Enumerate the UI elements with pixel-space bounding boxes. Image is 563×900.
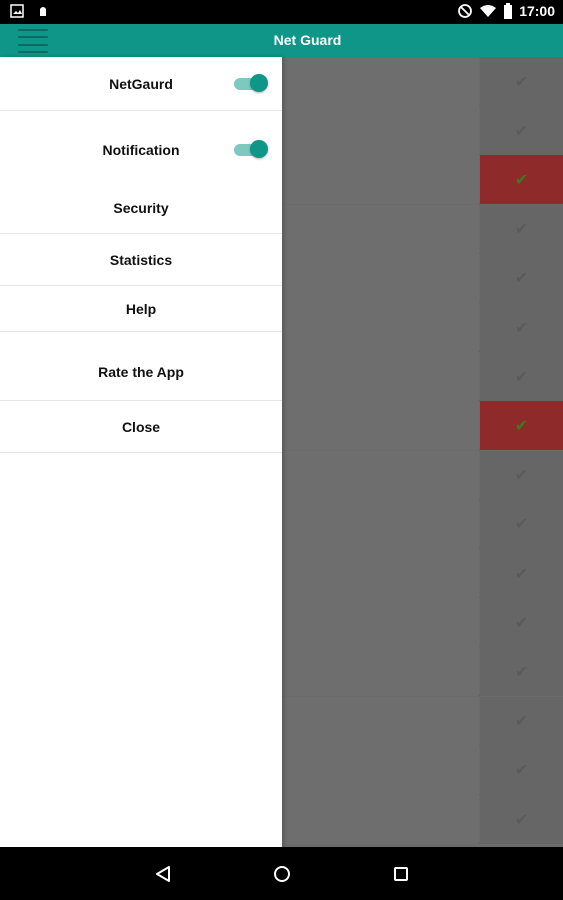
battery-icon bbox=[503, 3, 513, 19]
recents-icon[interactable] bbox=[389, 862, 413, 886]
list-item[interactable]: ✔ bbox=[282, 106, 563, 156]
list-item-body bbox=[282, 795, 479, 844]
checkmark-icon[interactable]: ✔ bbox=[480, 352, 563, 402]
list-item-body bbox=[282, 549, 479, 598]
system-nav-bar bbox=[0, 847, 563, 900]
list-item[interactable]: ✔ bbox=[282, 499, 563, 549]
list-item[interactable]: ✔ bbox=[282, 57, 563, 106]
list-item-body bbox=[282, 647, 479, 697]
list-item-body bbox=[282, 450, 479, 500]
drawer-item-security[interactable]: Security bbox=[0, 182, 282, 234]
list-item[interactable]: ✔ bbox=[282, 696, 563, 746]
notification-toggle[interactable] bbox=[234, 140, 268, 158]
checkmark-icon[interactable]: ✔ bbox=[480, 450, 563, 500]
checkmark-icon[interactable]: ✔ bbox=[480, 696, 563, 746]
drawer-item-label: NetGaurd bbox=[109, 75, 173, 92]
drawer-item-label: Security bbox=[113, 199, 169, 216]
list-item[interactable]: ✔ bbox=[282, 647, 563, 697]
list-item[interactable]: ✔ bbox=[282, 450, 563, 500]
list-item-body bbox=[282, 106, 479, 156]
checkmark-icon[interactable]: ✔ bbox=[480, 303, 563, 352]
list-item[interactable]: ✔ bbox=[282, 549, 563, 598]
home-icon[interactable] bbox=[270, 862, 294, 886]
list-item-body bbox=[282, 204, 479, 254]
screen: 17:00 Net Guard ✔ ✔ ✔ ✔ ✔ ✔ ✔ ✔ ✔ ✔ ✔ ✔ ✔ ✔ ✔ ✔ NetGaur… bbox=[0, 0, 563, 900]
list-item-body bbox=[282, 303, 479, 352]
netguard-toggle[interactable] bbox=[234, 74, 268, 92]
checkmark-icon[interactable]: ✔ bbox=[480, 57, 563, 106]
status-bar: 17:00 bbox=[0, 0, 563, 24]
list-item[interactable]: ✔ bbox=[282, 598, 563, 648]
drawer-item-label: Rate the App bbox=[98, 363, 184, 380]
drawer-item-help[interactable]: Help bbox=[0, 286, 282, 332]
list-item-body bbox=[282, 352, 479, 402]
list-item[interactable]: ✔ bbox=[282, 401, 563, 451]
list-item[interactable]: ✔ bbox=[282, 795, 563, 844]
list-item[interactable]: ✔ bbox=[282, 155, 563, 205]
list-item[interactable]: ✔ bbox=[282, 745, 563, 795]
drawer-item-label: Statistics bbox=[109, 251, 173, 268]
list-item-body bbox=[282, 499, 479, 549]
drawer-item-notification[interactable]: Notification bbox=[0, 122, 282, 178]
checkmark-icon[interactable]: ✔ bbox=[480, 401, 563, 451]
list-item-body bbox=[282, 696, 479, 746]
drawer-item-rate-app[interactable]: Rate the App bbox=[0, 343, 282, 401]
drawer-item-close[interactable]: Close bbox=[0, 401, 282, 453]
list-item[interactable]: ✔ bbox=[282, 352, 563, 402]
checkmark-icon[interactable]: ✔ bbox=[480, 795, 563, 844]
navigation-drawer: NetGaurd Notification Security Statistic… bbox=[0, 57, 282, 847]
drawer-item-netguard[interactable]: NetGaurd bbox=[0, 57, 282, 111]
list-item-body bbox=[282, 57, 479, 106]
drawer-item-label: Close bbox=[121, 418, 161, 435]
checkmark-icon[interactable]: ✔ bbox=[480, 499, 563, 549]
checkmark-icon[interactable]: ✔ bbox=[480, 204, 563, 254]
drawer-item-statistics[interactable]: Statistics bbox=[0, 234, 282, 286]
checkmark-icon[interactable]: ✔ bbox=[480, 106, 563, 156]
notification-icon bbox=[38, 4, 48, 18]
drawer-item-label: Notification bbox=[102, 142, 180, 158]
list-item[interactable]: ✔ bbox=[282, 303, 563, 352]
app-list: ✔ ✔ ✔ ✔ ✔ ✔ ✔ ✔ ✔ ✔ ✔ ✔ ✔ ✔ ✔ ✔ bbox=[282, 57, 563, 847]
drawer-item-label: Help bbox=[125, 300, 157, 317]
checkmark-icon[interactable]: ✔ bbox=[480, 253, 563, 303]
list-item-body bbox=[282, 401, 479, 451]
wifi-icon bbox=[479, 4, 497, 18]
checkmark-icon[interactable]: ✔ bbox=[480, 549, 563, 598]
list-item-body bbox=[282, 598, 479, 648]
back-icon[interactable] bbox=[151, 862, 175, 886]
list-item-body bbox=[282, 253, 479, 303]
checkmark-icon[interactable]: ✔ bbox=[480, 598, 563, 648]
do-not-disturb-icon bbox=[457, 3, 473, 19]
clock: 17:00 bbox=[519, 3, 555, 19]
list-item[interactable]: ✔ bbox=[282, 204, 563, 254]
app-title: Net Guard bbox=[273, 32, 342, 48]
list-item-body bbox=[282, 745, 479, 795]
app-bar: Net Guard bbox=[0, 24, 563, 57]
image-icon bbox=[10, 4, 24, 18]
checkmark-icon[interactable]: ✔ bbox=[480, 647, 563, 697]
checkmark-icon[interactable]: ✔ bbox=[480, 155, 563, 205]
checkmark-icon[interactable]: ✔ bbox=[480, 745, 563, 795]
list-item-body bbox=[282, 155, 479, 205]
list-item[interactable]: ✔ bbox=[282, 253, 563, 303]
